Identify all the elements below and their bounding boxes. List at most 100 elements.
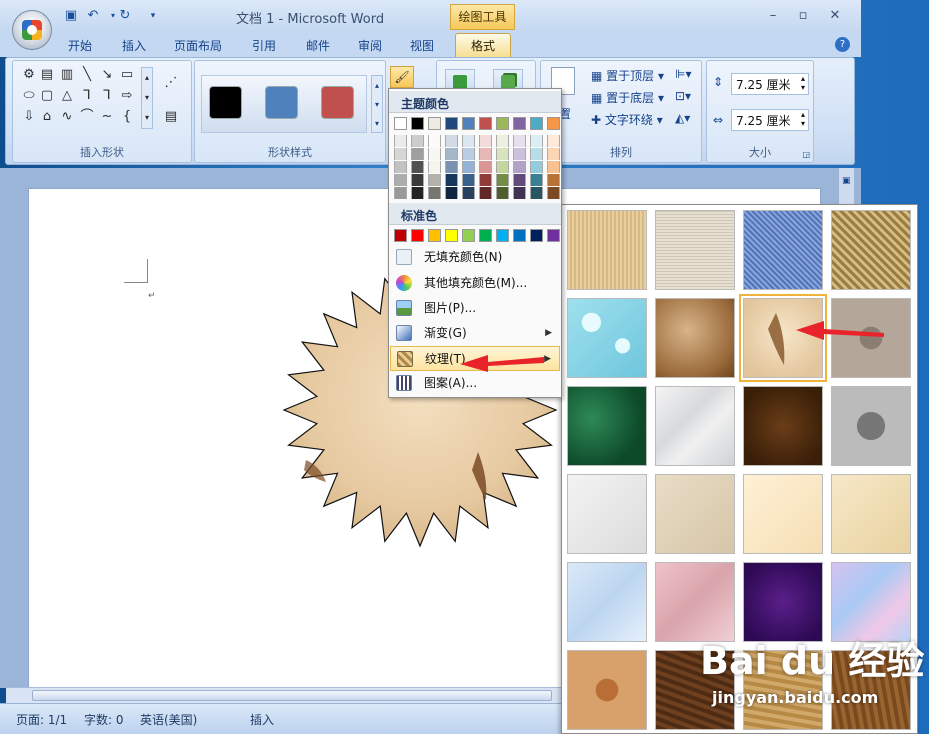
standard-color-swatch[interactable] xyxy=(462,229,475,242)
theme-color-tint-swatch[interactable] xyxy=(547,187,560,199)
qat-customize-icon[interactable]: ▾ xyxy=(144,8,162,24)
standard-color-swatch[interactable] xyxy=(513,229,526,242)
width-spinner-icon[interactable]: ▴ ▾ xyxy=(801,110,805,128)
brace-icon[interactable]: { xyxy=(119,109,135,125)
theme-color-tint-swatch[interactable] xyxy=(513,161,526,173)
horizontal-scrollbar[interactable] xyxy=(6,687,561,703)
theme-color-swatch[interactable] xyxy=(394,117,407,130)
tab-home[interactable]: 开始 xyxy=(68,37,92,54)
minimize-icon[interactable]: – xyxy=(760,6,786,26)
theme-color-tint-swatch[interactable] xyxy=(513,187,526,199)
theme-color-tint-swatch[interactable] xyxy=(547,161,560,173)
shapes-scroll-icon[interactable]: ▴ ▾ ▾ xyxy=(141,67,153,129)
save-icon[interactable]: ▣ xyxy=(62,8,80,24)
rounded-rect-icon[interactable]: ▢ xyxy=(39,88,55,104)
theme-color-swatch[interactable] xyxy=(445,117,458,130)
undo-icon[interactable]: ↶ xyxy=(84,8,102,24)
theme-color-tint-swatch[interactable] xyxy=(428,161,441,173)
texture-canvas[interactable] xyxy=(567,210,647,290)
width-field[interactable]: 7.25 厘米 ▴ ▾ xyxy=(731,109,809,131)
maximize-icon[interactable]: ▫ xyxy=(790,6,816,26)
help-icon[interactable]: ? xyxy=(835,37,850,52)
texture-green-marble[interactable] xyxy=(567,386,647,466)
theme-color-tint-swatch[interactable] xyxy=(530,174,543,186)
status-language[interactable]: 英语(美国) xyxy=(140,711,197,728)
standard-color-swatch[interactable] xyxy=(496,229,509,242)
texture-blue-tissue[interactable] xyxy=(567,562,647,642)
texture-woven-mat[interactable] xyxy=(831,210,911,290)
theme-color-swatch[interactable] xyxy=(428,117,441,130)
elbow-arrow-icon[interactable]: ⅂ xyxy=(99,88,115,104)
theme-color-tint-swatch[interactable] xyxy=(496,148,509,160)
menu-item-more-colors[interactable]: 其他填充颜色(M)... xyxy=(390,271,560,296)
theme-color-tint-swatch[interactable] xyxy=(445,174,458,186)
theme-color-swatch[interactable] xyxy=(411,117,424,130)
arc-icon[interactable]: ⌒ xyxy=(79,109,95,125)
style-swatch-red[interactable] xyxy=(321,86,354,119)
theme-color-swatch[interactable] xyxy=(496,117,509,130)
tab-format[interactable]: 格式 xyxy=(455,33,511,58)
theme-color-swatch[interactable] xyxy=(462,117,475,130)
wave-icon[interactable]: ∼ xyxy=(99,109,115,125)
standard-color-swatch[interactable] xyxy=(411,229,424,242)
theme-color-tint-swatch[interactable] xyxy=(428,135,441,147)
theme-color-tint-swatch[interactable] xyxy=(394,187,407,199)
theme-color-tint-swatch[interactable] xyxy=(428,187,441,199)
gear-shape-icon[interactable]: ⚙ xyxy=(21,67,37,83)
theme-color-tint-swatch[interactable] xyxy=(445,148,458,160)
texture-white-gravel[interactable] xyxy=(567,474,647,554)
texture-denim[interactable] xyxy=(743,210,823,290)
standard-color-swatch[interactable] xyxy=(428,229,441,242)
close-icon[interactable]: ✕ xyxy=(822,6,848,26)
standard-color-swatch[interactable] xyxy=(479,229,492,242)
theme-color-tint-swatch[interactable] xyxy=(547,148,560,160)
texture-parchment[interactable] xyxy=(743,474,823,554)
texture-water-droplets[interactable] xyxy=(567,298,647,378)
texture-brown-marble[interactable] xyxy=(743,386,823,466)
status-words[interactable]: 字数: 0 xyxy=(84,711,124,728)
standard-color-swatch[interactable] xyxy=(530,229,543,242)
tab-references[interactable]: 引用 xyxy=(252,37,276,54)
textbox-icon[interactable]: ▤ xyxy=(39,67,55,83)
theme-color-tint-swatch[interactable] xyxy=(479,187,492,199)
text-wrap-button[interactable]: ✚ 文字环绕 ▾ xyxy=(591,111,663,128)
texture-paper-bag[interactable] xyxy=(655,298,735,378)
down-arrow-icon[interactable]: ⇩ xyxy=(21,109,37,125)
texture-stationery[interactable] xyxy=(831,474,911,554)
theme-color-tint-swatch[interactable] xyxy=(496,174,509,186)
theme-color-swatch[interactable] xyxy=(547,117,560,130)
theme-color-swatch[interactable] xyxy=(479,117,492,130)
vertical-textbox-icon[interactable]: ▥ xyxy=(59,67,75,83)
styles-scroll-icon[interactable]: ▴ ▾ ▾ xyxy=(371,75,383,133)
theme-color-tint-swatch[interactable] xyxy=(479,161,492,173)
theme-color-tint-swatch[interactable] xyxy=(462,161,475,173)
status-page[interactable]: 页面: 1/1 xyxy=(16,711,67,728)
menu-item-picture[interactable]: 图片(P)... xyxy=(390,296,560,321)
theme-color-tint-swatch[interactable] xyxy=(394,148,407,160)
theme-color-tint-swatch[interactable] xyxy=(411,161,424,173)
elbow-connector-icon[interactable]: ⅂ xyxy=(79,88,95,104)
texture-white-marble[interactable] xyxy=(655,386,735,466)
tab-mailings[interactable]: 邮件 xyxy=(306,37,330,54)
status-mode[interactable]: 插入 xyxy=(250,711,274,728)
send-to-back-button[interactable]: ▦ 置于底层 ▾ xyxy=(591,89,664,106)
height-field[interactable]: 7.25 厘米 ▴ ▾ xyxy=(731,73,809,95)
theme-color-tint-swatch[interactable] xyxy=(462,187,475,199)
theme-color-tint-swatch[interactable] xyxy=(462,174,475,186)
tab-view[interactable]: 视图 xyxy=(410,37,434,54)
edit-points-icon[interactable]: ⋰ xyxy=(163,75,179,91)
curve-icon[interactable]: ∿ xyxy=(59,109,75,125)
menu-item-no-fill[interactable]: 无填充颜色(N) xyxy=(390,245,560,270)
theme-color-tint-swatch[interactable] xyxy=(479,135,492,147)
theme-color-tint-swatch[interactable] xyxy=(411,187,424,199)
texture-gray-granite[interactable] xyxy=(831,386,911,466)
theme-color-tint-swatch[interactable] xyxy=(496,161,509,173)
theme-color-tint-swatch[interactable] xyxy=(428,148,441,160)
standard-color-swatch[interactable] xyxy=(445,229,458,242)
theme-color-tint-swatch[interactable] xyxy=(445,187,458,199)
arrow-line-icon[interactable]: ↘ xyxy=(99,67,115,83)
theme-color-tint-swatch[interactable] xyxy=(530,135,543,147)
theme-color-tint-swatch[interactable] xyxy=(411,148,424,160)
theme-color-tint-swatch[interactable] xyxy=(479,148,492,160)
oval-icon[interactable]: ⬭ xyxy=(21,88,37,104)
